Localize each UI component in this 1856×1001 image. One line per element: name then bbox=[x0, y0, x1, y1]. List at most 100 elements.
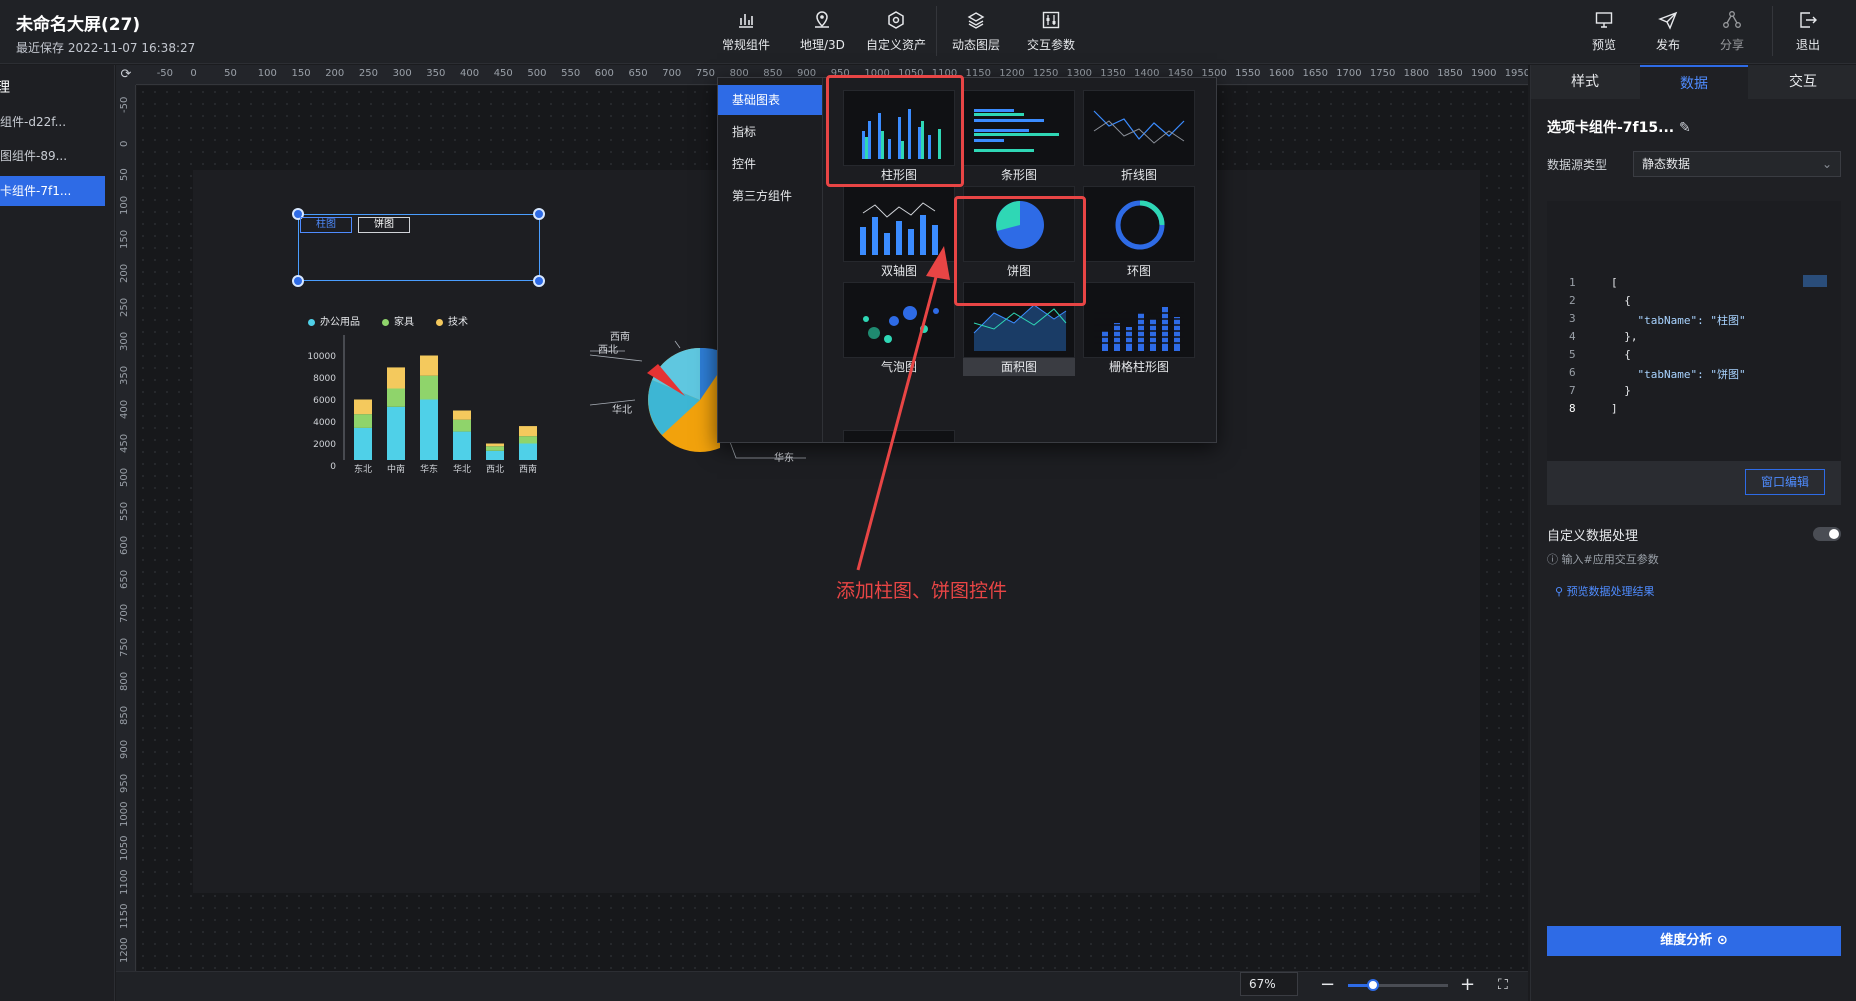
chart-thumb-label: 柱形图 bbox=[880, 168, 917, 182]
preview-button[interactable]: 预览 bbox=[1592, 10, 1616, 53]
bar-segment[interactable] bbox=[387, 406, 405, 460]
tool-custom-assets[interactable]: 自定义资产 bbox=[866, 10, 926, 53]
share-button[interactable]: 分享 bbox=[1720, 10, 1744, 53]
popup-category-basic[interactable]: 基础图表 bbox=[718, 85, 822, 115]
ruler-tick-label: 900 bbox=[119, 739, 130, 759]
bar-segment[interactable] bbox=[354, 427, 372, 460]
resize-handle[interactable] bbox=[533, 208, 545, 220]
area-chart-thumbnail bbox=[963, 282, 1075, 358]
bar-segment[interactable] bbox=[453, 419, 471, 432]
ruler-tick-label: 200 bbox=[325, 68, 345, 79]
layer-item[interactable]: 组件-d22f... bbox=[0, 107, 105, 137]
component-picker-popup[interactable]: 基础图表 指标 控件 第三方组件 柱形图 条形图 折线图 双轴图 饼图 环图 气… bbox=[717, 77, 1217, 443]
layer-item-selected[interactable]: 卡组件-7f1... bbox=[0, 176, 105, 206]
tab-interaction[interactable]: 交互 bbox=[1749, 65, 1856, 99]
chart-thumb-bar[interactable]: 柱形图 bbox=[843, 90, 955, 184]
annotation-arrow bbox=[856, 246, 950, 571]
zoom-out-button[interactable]: − bbox=[1320, 974, 1335, 995]
line-number: 6 bbox=[1569, 366, 1576, 379]
popup-category-third-party[interactable]: 第三方组件 bbox=[718, 181, 822, 211]
search-icon: ⚲ bbox=[1555, 585, 1567, 598]
bar-segment[interactable] bbox=[387, 388, 405, 407]
ruler-tick-label: 1700 bbox=[1336, 68, 1362, 79]
ruler-tick-label: 100 bbox=[257, 68, 277, 79]
bar-segment[interactable] bbox=[486, 450, 504, 460]
custom-hint-text: 输入#应用交互参数 bbox=[1561, 553, 1659, 566]
pie-chart-thumbnail bbox=[963, 186, 1075, 262]
chart-thumb-grid-bar[interactable]: 栅格柱形图 bbox=[1083, 282, 1195, 376]
ruler-tick-label: 500 bbox=[119, 467, 130, 487]
ruler-tick-label: 250 bbox=[358, 68, 378, 79]
bar-segment[interactable] bbox=[420, 375, 438, 400]
canvas-tab-pie[interactable]: 饼图 bbox=[358, 217, 410, 233]
tab-style[interactable]: 样式 bbox=[1531, 65, 1639, 99]
line-number: 5 bbox=[1569, 348, 1576, 361]
chart-thumb-area[interactable]: 面积图 bbox=[963, 282, 1075, 376]
window-edit-button[interactable]: 窗口编辑 bbox=[1745, 469, 1825, 495]
zoom-in-button[interactable]: + bbox=[1460, 974, 1475, 995]
json-editor[interactable]: 1 2 3 4 5 6 7 8 [ { "tabName": "柱图" }, {… bbox=[1547, 201, 1841, 485]
chart-thumb-ring[interactable]: 环图 bbox=[1083, 186, 1195, 280]
line-number: 4 bbox=[1569, 330, 1576, 343]
tool-interaction-params[interactable]: 交互参数 bbox=[1027, 10, 1075, 53]
stacked-bar-chart[interactable]: 10000 8000 6000 4000 2000 0 东北 中南 华东 华北 西北 西南 bbox=[300, 335, 540, 485]
canvas-tab-bar[interactable]: 柱图 bbox=[300, 217, 352, 233]
chart-thumb-horizontal-bar[interactable]: 条形图 bbox=[963, 90, 1075, 184]
tool-geo-3d[interactable]: 地理/3D bbox=[800, 10, 845, 53]
tool-regular-components[interactable]: 常规组件 bbox=[722, 10, 770, 53]
resize-handle[interactable] bbox=[292, 275, 304, 287]
bar-segment[interactable] bbox=[519, 426, 537, 437]
tool-dynamic-layers[interactable]: 动态图层 bbox=[952, 10, 1000, 53]
bar-segment[interactable] bbox=[519, 436, 537, 444]
bar-segment[interactable] bbox=[420, 355, 438, 376]
ruler-tick-label: 300 bbox=[119, 331, 130, 351]
preview-result-link[interactable]: ⚲ 预览数据处理结果 bbox=[1555, 583, 1655, 599]
share-icon bbox=[1720, 10, 1744, 36]
chart-thumb-pie[interactable]: 饼图 bbox=[963, 186, 1075, 280]
code-line: "tabName": "柱图" bbox=[1611, 314, 1746, 327]
bar-segment[interactable] bbox=[387, 367, 405, 389]
edit-icon[interactable]: ✎ bbox=[1679, 120, 1691, 136]
resize-handle[interactable] bbox=[533, 275, 545, 287]
bar-segment[interactable] bbox=[354, 414, 372, 428]
ruler-tick-label: 1550 bbox=[1235, 68, 1261, 79]
tab-data[interactable]: 数据 bbox=[1640, 65, 1748, 99]
datasource-select[interactable]: 静态数据 ⌄ bbox=[1633, 151, 1841, 177]
bar-segment[interactable] bbox=[486, 446, 504, 451]
ruler-tick-label: 350 bbox=[426, 68, 446, 79]
save-status: 最近保存 2022-11-07 16:38:27 bbox=[16, 41, 196, 55]
fit-screen-icon[interactable]: ⛶ bbox=[1498, 977, 1508, 993]
popup-category-control[interactable]: 控件 bbox=[718, 149, 822, 179]
tool-label: 常规组件 bbox=[722, 38, 771, 52]
chart-thumb-line[interactable]: 折线图 bbox=[1083, 90, 1195, 184]
ruler-tick-label: 400 bbox=[119, 399, 130, 419]
component-name[interactable]: 选项卡组件-7f15... ✎ bbox=[1547, 117, 1691, 137]
refresh-icon[interactable]: ⟳ bbox=[116, 65, 136, 85]
editor-minimap[interactable] bbox=[1803, 275, 1827, 287]
layer-item[interactable]: 图组件-89... bbox=[0, 141, 105, 171]
zoom-slider[interactable] bbox=[1348, 979, 1448, 991]
custom-processing-title: 自定义数据处理 bbox=[1547, 529, 1639, 544]
horizontal-bar-thumbnail bbox=[963, 90, 1075, 166]
popup-category-indicator[interactable]: 指标 bbox=[718, 117, 822, 147]
x-tick-label: 华北 bbox=[453, 463, 471, 475]
ruler-tick-label: 600 bbox=[119, 535, 130, 555]
zoom-slider-knob[interactable] bbox=[1367, 979, 1379, 991]
page-title[interactable]: 未命名大屏(27) bbox=[16, 10, 195, 35]
bar-segment[interactable] bbox=[519, 443, 537, 461]
bar-segment[interactable] bbox=[420, 399, 438, 461]
ring-chart-thumbnail bbox=[1083, 186, 1195, 262]
custom-processing-toggle[interactable] bbox=[1813, 527, 1841, 541]
code-line: ] bbox=[1611, 402, 1618, 415]
bar-segment[interactable] bbox=[453, 431, 471, 460]
bar-segment[interactable] bbox=[354, 399, 372, 415]
sliders-icon bbox=[1027, 10, 1075, 36]
publish-button[interactable]: 发布 bbox=[1656, 10, 1680, 53]
dimension-analysis-button[interactable]: 维度分析 ⊙ bbox=[1547, 926, 1841, 956]
chart-thumb-label: 折线图 bbox=[1120, 168, 1157, 182]
ruler-tick-label: 400 bbox=[460, 68, 480, 79]
zoom-input[interactable]: 67% bbox=[1240, 972, 1298, 996]
bar-segment[interactable] bbox=[486, 443, 504, 447]
bar-segment[interactable] bbox=[453, 410, 471, 420]
exit-button[interactable]: 退出 bbox=[1796, 10, 1820, 53]
